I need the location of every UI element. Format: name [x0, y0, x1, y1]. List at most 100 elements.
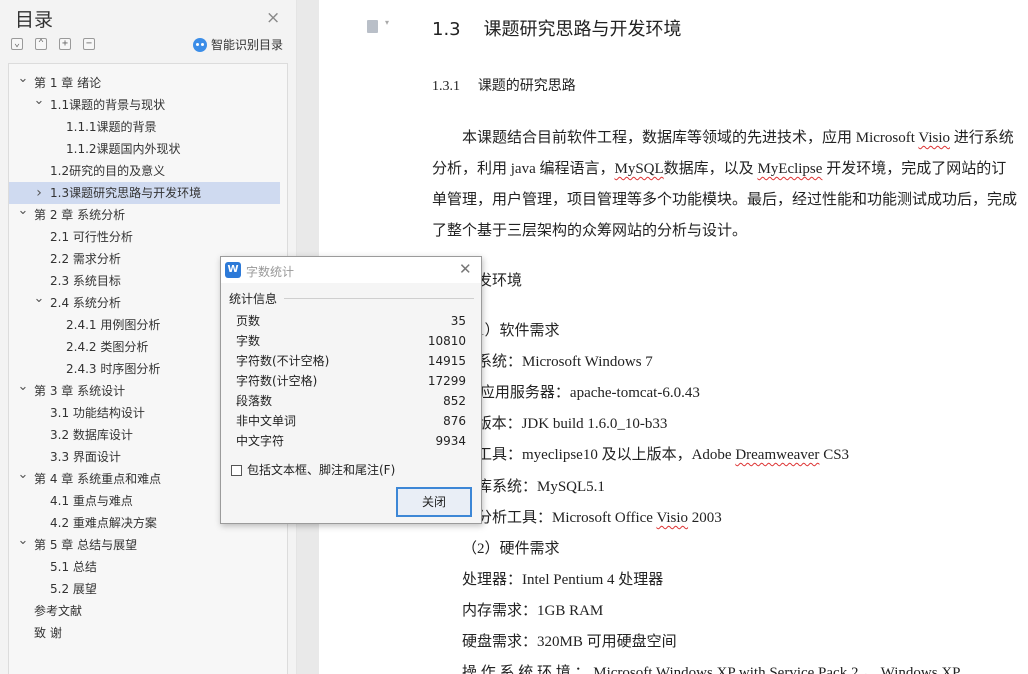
toc-item-label: 5.1 总结	[50, 560, 97, 574]
stats-section-label: 统计信息	[229, 292, 278, 306]
smart-detect-label: 智能识别目录	[211, 38, 284, 52]
toc-title: 目录	[15, 9, 54, 31]
toc-item[interactable]: 1.2研究的目的及意义	[9, 160, 287, 182]
toc-item[interactable]: ⌄ 第 2 章 系统分析	[9, 203, 287, 226]
toc-item[interactable]: 1.1.1课题的背景	[9, 116, 287, 138]
toc-item[interactable]: 2.1 可行性分析	[9, 226, 287, 248]
toc-item-label: 4.2 重难点解决方案	[50, 516, 157, 530]
spellcheck-word: MyEclipse	[757, 161, 823, 177]
document-line: eb 应用服务器：apache-tomcat-6.0.43	[462, 381, 700, 402]
stats-value: 10810	[427, 334, 466, 348]
dialog-title-bar[interactable]: W 字数统计 ✕	[221, 257, 481, 283]
line-text: 内存需求：1GB RAM	[462, 603, 604, 619]
checkbox-box[interactable]	[231, 465, 242, 476]
document-line: K 版本：JDK build 1.6.0_10-b33	[462, 412, 667, 433]
stats-value: 35	[450, 314, 466, 328]
toc-item[interactable]: 致 谢	[9, 622, 287, 644]
stats-row: 中文字符 9934	[236, 431, 466, 451]
line-text: CS3	[819, 447, 850, 463]
toc-item-label: 2.4 系统分析	[50, 296, 121, 310]
stats-value: 9934	[435, 434, 466, 448]
line-text: 作系统：Microsoft Windows 7	[462, 354, 653, 370]
spellcheck-word: MySQL	[614, 161, 664, 177]
chevron-down-icon[interactable]: ⌄	[17, 530, 29, 552]
toc-item-label: 第 5 章 总结与展望	[34, 538, 138, 552]
smart-detect-toc-button[interactable]: 智能识别目录	[193, 36, 283, 53]
line-text: 硬盘需求：320MB 可用硬盘空间	[462, 634, 677, 650]
line-text: 据库系统：MySQL5.1	[462, 479, 605, 495]
toc-item-label: 2.2 需求分析	[50, 252, 121, 266]
stats-value: 876	[443, 414, 466, 428]
stats-value: 14915	[427, 354, 466, 368]
toc-item[interactable]: ⌄ 1.1课题的背景与现状	[9, 93, 287, 116]
chevron-down-icon[interactable]: ⌄	[17, 68, 29, 90]
document-line: 作系统：Microsoft Windows 7	[462, 350, 653, 371]
toc-item[interactable]: 参考文献	[9, 600, 287, 622]
heading-1-3-1-text: 课题的研究思路	[477, 78, 576, 94]
line-text: 处理器：Intel Pentium 4 处理器	[462, 572, 664, 588]
toc-item[interactable]: 5.1 总结	[9, 556, 287, 578]
line-text: eb 应用服务器：apache-tomcat-6.0.43	[462, 385, 700, 401]
chevron-down-icon[interactable]: ▾	[385, 18, 389, 27]
toc-item-label: 1.3课题研究思路与开发环境	[50, 186, 202, 200]
line-text: 统分析工具：Microsoft Office	[462, 510, 657, 526]
include-textbox-footnote-checkbox[interactable]: 包括文本框、脚注和尾注(F)	[231, 461, 395, 478]
chevron-down-icon[interactable]: ⌄	[33, 288, 45, 310]
chevron-right-icon[interactable]: ›	[33, 182, 45, 204]
toc-item[interactable]: 1.1.2课题国内外现状	[9, 138, 287, 160]
toc-item-label: 2.4.2 类图分析	[66, 340, 149, 354]
stats-row: 字符数(计空格) 17299	[236, 371, 466, 391]
toc-item-label: 2.4.1 用例图分析	[66, 318, 161, 332]
line-text: K 版本：JDK build 1.6.0_10-b33	[462, 416, 668, 432]
toc-item-label: 2.3 系统目标	[50, 274, 121, 288]
document-line: 统分析工具：Microsoft Office Visio 2003	[462, 506, 722, 527]
toc-item-label: 3.3 界面设计	[50, 450, 121, 464]
stats-label: 非中文单词	[236, 414, 297, 428]
chevron-down-icon[interactable]: ⌄	[17, 200, 29, 222]
document-line: （2）硬件需求	[462, 537, 560, 558]
toc-item-label: 致 谢	[34, 626, 62, 640]
stats-row: 段落数 852	[236, 391, 466, 411]
heading-1-3-number: 1.3	[432, 19, 461, 40]
collapse-all-icon[interactable]: ⌄	[11, 38, 23, 50]
chevron-down-icon[interactable]: ⌄	[17, 376, 29, 398]
spellcheck-word: Visio	[918, 130, 950, 146]
stats-label: 字数	[236, 334, 261, 348]
heading-1-3-1-number: 1.3.1	[432, 79, 460, 94]
para-text: 数据库，以及	[663, 161, 758, 177]
toc-item-label: 1.1.1课题的背景	[66, 120, 157, 134]
add-level-icon[interactable]: +	[59, 38, 71, 50]
document-line: 内存需求：1GB RAM	[462, 599, 603, 620]
toc-item-label: 3.1 功能结构设计	[50, 406, 145, 420]
toc-item-label: 2.4.3 时序图分析	[66, 362, 161, 376]
expand-all-icon[interactable]: ⌃	[35, 38, 47, 50]
document-line: 发工具：myeclipse10 及以上版本，Adobe Dreamweaver …	[462, 443, 849, 464]
chevron-down-icon[interactable]: ⌄	[33, 90, 45, 112]
toc-item[interactable]: ⌄ 第 1 章 绪论	[9, 71, 287, 94]
toc-item-label: 4.1 重点与难点	[50, 494, 133, 508]
smart-robot-icon	[193, 38, 207, 52]
spellcheck-word: Visio	[656, 510, 689, 526]
toc-item-label: 5.2 展望	[50, 582, 97, 596]
stats-label: 字符数(计空格)	[236, 374, 318, 388]
toc-item[interactable]: › 1.3课题研究思路与开发环境	[9, 182, 280, 204]
chevron-down-icon[interactable]: ⌄	[17, 464, 29, 486]
line-text: 发工具：myeclipse10 及以上版本，Adobe	[462, 447, 736, 463]
toc-item-label: 1.1.2课题国内外现状	[66, 142, 181, 156]
stats-value: 852	[443, 394, 466, 408]
toc-item-label: 第 3 章 系统设计	[34, 384, 126, 398]
line-text: 2003	[688, 510, 722, 526]
dialog-title: 字数统计	[246, 265, 295, 279]
dialog-close-icon[interactable]: ✕	[459, 260, 472, 278]
toc-item-label: 1.1课题的背景与现状	[50, 98, 166, 112]
toc-item[interactable]: ⌄ 第 5 章 总结与展望	[9, 533, 287, 556]
document-line: 操 作 系 统 环 境 ： Microsoft Windows XP with …	[462, 661, 961, 674]
remove-level-icon[interactable]: −	[83, 38, 95, 50]
stats-label: 段落数	[236, 394, 273, 408]
toc-item[interactable]: 5.2 展望	[9, 578, 287, 600]
word-count-dialog: W 字数统计 ✕ 统计信息 页数 35 字数 10810 字符数(不计空格) 14915 字…	[220, 256, 482, 524]
close-button[interactable]: 关闭	[396, 487, 472, 517]
stats-row: 字数 10810	[236, 331, 466, 351]
document-icon[interactable]	[367, 20, 378, 33]
toc-close-icon[interactable]: ×	[266, 8, 280, 28]
